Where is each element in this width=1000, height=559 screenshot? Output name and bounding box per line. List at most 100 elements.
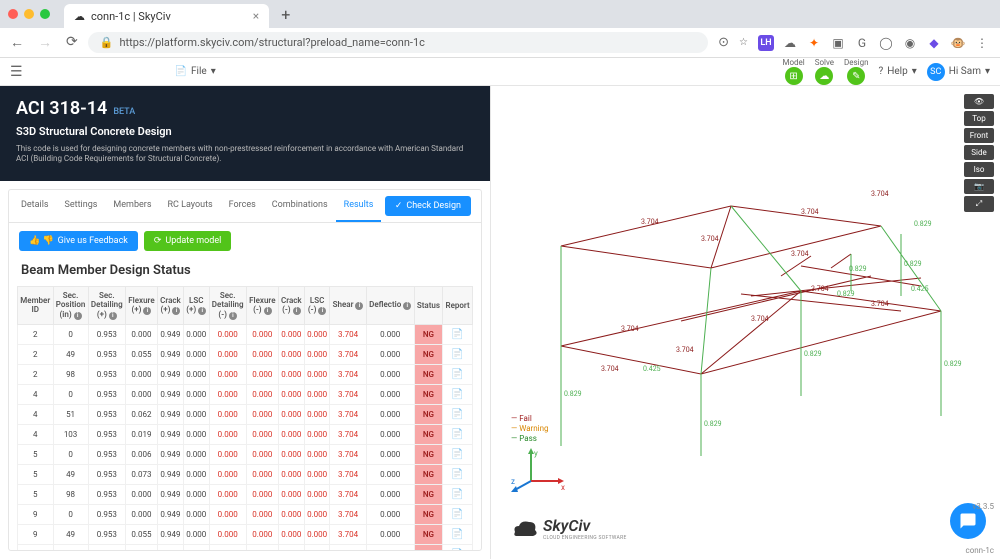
tab-members[interactable]: Members bbox=[105, 190, 159, 222]
ext-icon-5[interactable]: ◯ bbox=[878, 35, 894, 51]
window-min-dot[interactable] bbox=[24, 9, 34, 19]
view-tool-front[interactable]: Front bbox=[964, 128, 994, 143]
ext-icon-8[interactable]: 🐵 bbox=[950, 35, 966, 51]
results-table-container[interactable]: MemberIDSec.Position(in) iSec.Detailing(… bbox=[9, 286, 481, 550]
search-icon[interactable]: ⊙ bbox=[718, 35, 729, 50]
solve-button[interactable]: Solve☁ bbox=[815, 58, 834, 85]
tab-close-icon[interactable]: × bbox=[253, 9, 259, 23]
col-header[interactable]: Crack(-) i bbox=[278, 286, 304, 324]
col-header[interactable]: Report bbox=[443, 286, 473, 324]
col-header[interactable]: Status bbox=[414, 286, 443, 324]
new-tab-button[interactable]: + bbox=[281, 5, 290, 24]
tab-forces[interactable]: Forces bbox=[221, 190, 264, 222]
view-controls: 👁 Top Front Side Iso 📷 ⤢ bbox=[964, 94, 994, 212]
reload-button[interactable]: ⟳ bbox=[66, 34, 78, 51]
tab-settings[interactable]: Settings bbox=[57, 190, 106, 222]
svg-text:0.425: 0.425 bbox=[643, 365, 661, 373]
file-menu[interactable]: 📄 File ▾ bbox=[175, 66, 216, 77]
col-header[interactable]: Flexure(+) i bbox=[125, 286, 157, 324]
col-header[interactable]: Flexure(-) i bbox=[246, 286, 278, 324]
report-icon[interactable]: 📄 bbox=[443, 524, 473, 544]
ext-icon-1[interactable]: ☁ bbox=[782, 35, 798, 51]
avatar: SC bbox=[927, 63, 945, 81]
view-tool-side[interactable]: Side bbox=[964, 145, 994, 160]
ext-lh[interactable]: LH bbox=[758, 35, 774, 51]
report-icon[interactable]: 📄 bbox=[443, 484, 473, 504]
forward-button[interactable]: → bbox=[38, 34, 52, 51]
svg-text:0.829: 0.829 bbox=[904, 260, 922, 268]
ext-icon-4[interactable]: G bbox=[854, 35, 870, 51]
svg-text:3.704: 3.704 bbox=[811, 285, 829, 293]
browser-tab[interactable]: ☁ conn-1c | SkyCiv × bbox=[64, 4, 269, 28]
svg-text:3.704: 3.704 bbox=[601, 365, 619, 373]
wireframe-model: 3.704 3.704 3.704 3.704 3.704 3.704 3.70… bbox=[501, 96, 981, 456]
check-design-button[interactable]: ✓Check Design bbox=[385, 196, 471, 216]
report-icon[interactable]: 📄 bbox=[443, 404, 473, 424]
col-header[interactable]: Deflectio i bbox=[366, 286, 414, 324]
ext-icon-6[interactable]: ◉ bbox=[902, 35, 918, 51]
col-header[interactable]: Crack(+) i bbox=[157, 286, 183, 324]
back-button[interactable]: ← bbox=[10, 34, 24, 51]
user-menu[interactable]: SCHi Sam▾ bbox=[927, 63, 990, 81]
report-icon[interactable]: 📄 bbox=[443, 464, 473, 484]
col-header[interactable]: Shear i bbox=[330, 286, 366, 324]
view-tool-top[interactable]: Top bbox=[964, 111, 994, 126]
refresh-icon: ⟳ bbox=[154, 236, 162, 246]
view-tool-👁[interactable]: 👁 bbox=[964, 94, 994, 109]
table-row: 5980.9530.0000.9490.0000.0000.0000.0000.… bbox=[18, 484, 473, 504]
browser-menu-icon[interactable]: ⋮ bbox=[974, 35, 990, 51]
report-icon[interactable]: 📄 bbox=[443, 344, 473, 364]
tab-results[interactable]: Results bbox=[336, 190, 382, 222]
table-row: 900.9530.0000.9490.0000.0000.0000.0000.0… bbox=[18, 504, 473, 524]
help-button[interactable]: ?Help▾ bbox=[879, 66, 917, 77]
view-tool-⤢[interactable]: ⤢ bbox=[964, 196, 994, 212]
view-tool-iso[interactable]: Iso bbox=[964, 162, 994, 177]
tab-favicon: ☁ bbox=[74, 10, 85, 23]
view-tool-📷[interactable]: 📷 bbox=[964, 179, 994, 194]
table-row: 400.9530.0000.9490.0000.0000.0000.0000.0… bbox=[18, 384, 473, 404]
design-button[interactable]: Design✎ bbox=[844, 58, 868, 85]
feedback-button[interactable]: 👍 👎Give us Feedback bbox=[19, 231, 138, 251]
svg-text:0.829: 0.829 bbox=[914, 220, 932, 228]
ext-icon-2[interactable]: ✦ bbox=[806, 35, 822, 51]
address-bar[interactable]: 🔒 https://platform.skyciv.com/structural… bbox=[88, 32, 708, 53]
report-icon[interactable]: 📄 bbox=[443, 444, 473, 464]
status-badge: NG bbox=[414, 464, 443, 484]
svg-text:3.704: 3.704 bbox=[701, 235, 719, 243]
table-row: 2490.9530.0550.9490.0000.0000.0000.0000.… bbox=[18, 344, 473, 364]
report-icon[interactable]: 📄 bbox=[443, 384, 473, 404]
col-header[interactable]: LSC(-) i bbox=[304, 286, 330, 324]
tab-combinations[interactable]: Combinations bbox=[264, 190, 336, 222]
report-icon[interactable]: 📄 bbox=[443, 424, 473, 444]
table-row: 4510.9530.0620.9490.0000.0000.0000.0000.… bbox=[18, 404, 473, 424]
window-max-dot[interactable] bbox=[40, 9, 50, 19]
report-icon[interactable]: 📄 bbox=[443, 364, 473, 384]
svg-text:3.704: 3.704 bbox=[871, 300, 889, 308]
status-badge: NG bbox=[414, 544, 443, 550]
col-header[interactable]: Sec.Detailing(+) i bbox=[88, 286, 125, 324]
table-row: 9490.9530.0550.9490.0000.0000.0000.0000.… bbox=[18, 524, 473, 544]
menu-icon[interactable]: ☰ bbox=[10, 64, 23, 80]
tab-rc-layouts[interactable]: RC Layouts bbox=[159, 190, 220, 222]
ext-icon-7[interactable]: ◆ bbox=[926, 35, 942, 51]
3d-viewport[interactable]: 3.704 3.704 3.704 3.704 3.704 3.704 3.70… bbox=[490, 86, 1000, 559]
update-model-button[interactable]: ⟳Update model bbox=[144, 231, 231, 251]
status-badge: NG bbox=[414, 524, 443, 544]
chevron-down-icon: ▾ bbox=[985, 66, 990, 77]
bookmark-star-icon[interactable]: ☆ bbox=[739, 37, 748, 48]
model-button[interactable]: Model⊞ bbox=[782, 58, 804, 85]
col-header[interactable]: LSC(+) i bbox=[184, 286, 210, 324]
chevron-down-icon: ▾ bbox=[211, 66, 216, 77]
report-icon[interactable]: 📄 bbox=[443, 544, 473, 550]
status-badge: NG bbox=[414, 404, 443, 424]
tab-details[interactable]: Details bbox=[13, 190, 57, 222]
col-header[interactable]: MemberID bbox=[18, 286, 54, 324]
col-header[interactable]: Sec.Detailing(-) i bbox=[209, 286, 246, 324]
window-close-dot[interactable] bbox=[8, 9, 18, 19]
ext-icon-3[interactable]: ▣ bbox=[830, 35, 846, 51]
svg-text:3.704: 3.704 bbox=[871, 190, 889, 198]
axis-indicator: y x z bbox=[511, 446, 571, 499]
report-icon[interactable]: 📄 bbox=[443, 324, 473, 344]
col-header[interactable]: Sec.Position(in) i bbox=[53, 286, 88, 324]
report-icon[interactable]: 📄 bbox=[443, 504, 473, 524]
